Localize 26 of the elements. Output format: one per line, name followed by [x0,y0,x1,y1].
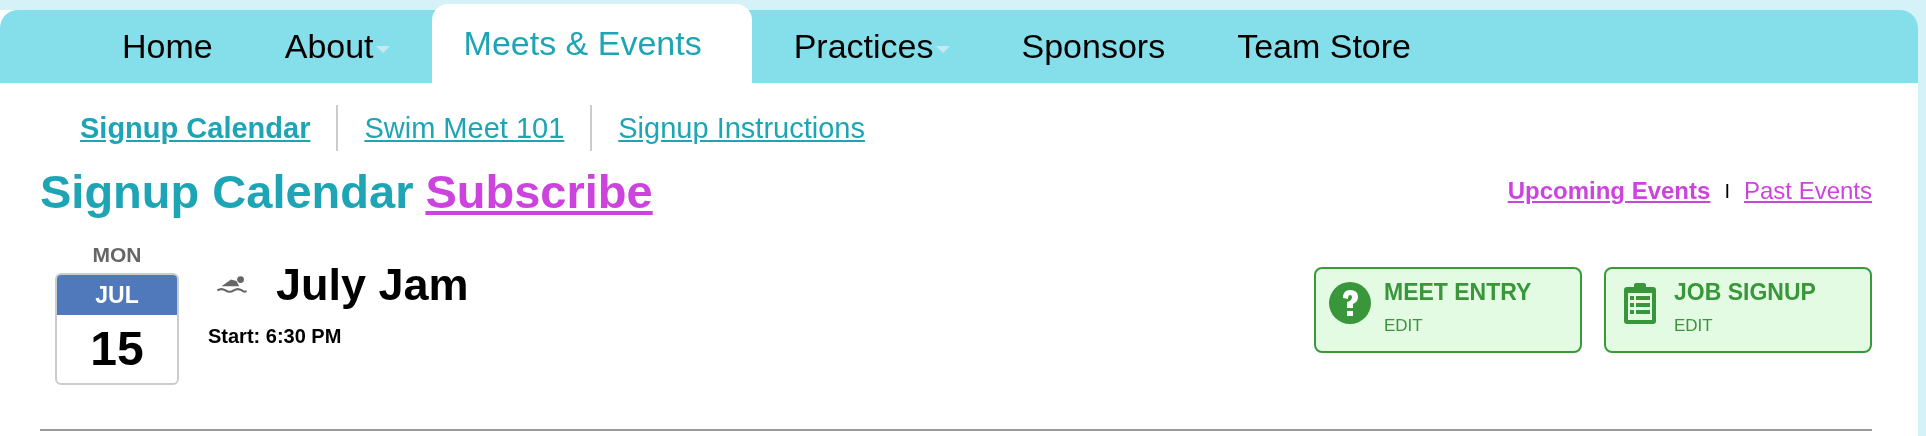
filter-link[interactable]: Past Events [1743,177,1872,205]
nav-tab[interactable]: About [248,10,426,83]
edit-label: EDIT [1674,316,1714,336]
question-icon [1328,281,1372,325]
nav-tab[interactable]: Sponsors [985,10,1202,83]
edit-label: EDIT [1384,316,1424,336]
separator: I [1724,179,1730,203]
day-number: 15 [89,321,145,377]
subnav-link[interactable]: Swim Meet 101 [338,111,591,145]
month-label: JUL [57,275,177,315]
nav-tab[interactable]: Meets & Events [431,4,752,83]
filter-link[interactable]: Upcoming Events [1507,177,1711,205]
subnav-link[interactable]: Signup Calendar [80,111,337,145]
page-title: Signup Calendar [40,164,414,218]
button-label: JOB SIGNUP [1674,279,1816,306]
signup-button[interactable]: JOB SIGNUP EDIT [1604,267,1872,353]
nav-tab[interactable]: Home [86,10,249,83]
event-title: July Jam [276,259,469,311]
signup-button[interactable]: MEET ENTRY EDIT [1314,267,1582,353]
nav-tab[interactable]: Practices [757,10,986,83]
subscribe-link[interactable]: Subscribe [425,164,653,218]
subnav-link[interactable]: Signup Instructions [592,111,891,145]
nav-tab[interactable]: Team Store [1201,10,1447,83]
weekday-label: MON [92,243,142,268]
start-time: Start: 6:30 PM [208,325,343,348]
button-label: MEET ENTRY [1384,279,1532,306]
